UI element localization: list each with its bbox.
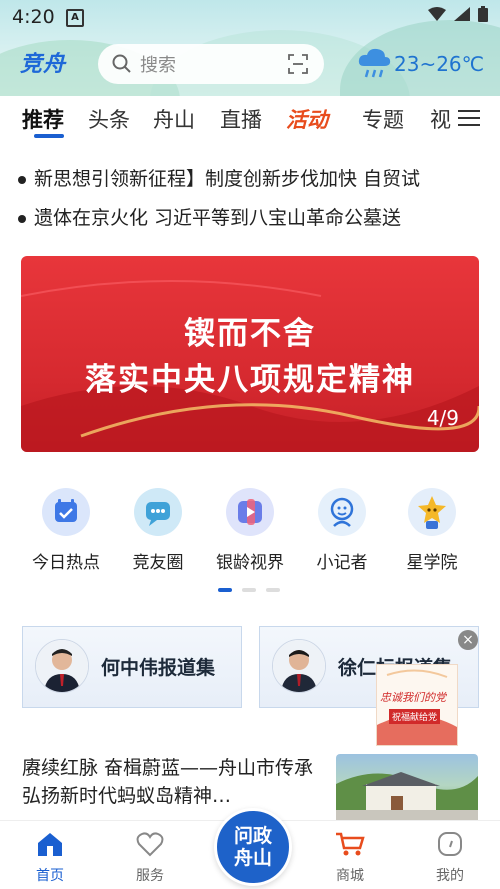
banner-title: 锲而不舍 <box>184 316 316 352</box>
nav-mine[interactable]: 我的 <box>415 831 485 885</box>
status-icons <box>428 6 488 22</box>
status-time: 4:20 <box>12 6 55 28</box>
search-placeholder: 搜索 <box>140 55 176 76</box>
headline-text: 遗体在京火化 习近平等到八宝山革命公墓送 <box>34 207 402 229</box>
notification-icon: A <box>66 9 84 27</box>
quick-entry-label: 小记者 <box>316 553 368 573</box>
floating-promo[interactable]: 忠诚我们的党 祝福献给党 <box>376 664 458 746</box>
report-card-title: 何中伟报道集 <box>101 657 216 679</box>
tab-video[interactable]: 视 <box>430 104 451 134</box>
promo-subtext: 祝福献给党 <box>389 709 441 724</box>
reporter-icon <box>318 488 366 536</box>
quick-entry-star-academy[interactable]: 星学院 <box>392 488 472 573</box>
signal-icon <box>454 7 470 21</box>
calendar-check-icon <box>42 488 90 536</box>
page-indicator <box>266 588 280 592</box>
home-icon <box>38 833 62 856</box>
banner-page-counter: 4/9 <box>426 406 459 430</box>
app-logo[interactable]: 竞舟 <box>20 46 66 78</box>
nav-label: 首页 <box>36 868 64 884</box>
tab-zhoushan[interactable]: 舟山 <box>153 104 195 134</box>
scan-icon <box>288 54 308 74</box>
quick-entry-label: 今日热点 <box>32 553 100 573</box>
quick-entry-label: 竞友圈 <box>132 553 184 573</box>
article-title[interactable]: 赓续红脉 奋楫蔚蓝——舟山市传承弘扬新时代蚂蚁岛精神… <box>22 754 327 810</box>
quick-entry-hot-today[interactable]: 今日热点 <box>26 488 106 573</box>
heart-icon <box>136 832 164 857</box>
nav-home[interactable]: 首页 <box>15 831 85 885</box>
active-tab-indicator <box>34 134 64 138</box>
quick-entry-friends[interactable]: 竞友圈 <box>118 488 198 573</box>
star-mascot-icon <box>408 488 456 536</box>
quick-entry-label: 星学院 <box>406 553 458 573</box>
cloud-rain-icon <box>358 48 391 78</box>
battery-icon <box>478 6 488 22</box>
search-icon <box>112 54 131 73</box>
quick-entry-young-reporter[interactable]: 小记者 <box>302 488 382 573</box>
avatar <box>35 639 89 693</box>
headline-item[interactable]: 遗体在京火化 习近平等到八宝山革命公墓送 <box>18 203 488 230</box>
tab-topics[interactable]: 专题 <box>362 104 404 134</box>
cart-icon <box>336 832 365 856</box>
nav-label: 服务 <box>136 868 164 884</box>
nav-service[interactable]: 服务 <box>115 831 185 885</box>
avatar <box>272 639 326 693</box>
report-card[interactable]: 何中伟报道集 <box>22 626 242 708</box>
quick-entry-label: 银龄视界 <box>216 553 284 573</box>
tab-recommend[interactable]: 推荐 <box>22 104 64 134</box>
nav-label: 商城 <box>336 868 364 884</box>
headline-item[interactable]: 新思想引领新征程】制度创新步伐加快 自贸试 <box>18 164 488 191</box>
headline-text: 新思想引领新征程】制度创新步伐加快 自贸试 <box>34 168 421 190</box>
promo-decoration <box>377 669 457 745</box>
wifi-icon <box>428 7 446 21</box>
category-tabs: 推荐 头条 舟山 直播 活动 专题 视 <box>0 96 500 144</box>
promo-text: 忠诚我们的党 <box>380 691 446 704</box>
menu-icon <box>458 110 480 126</box>
ask-government-button[interactable]: 问政 舟山 <box>214 808 292 886</box>
tab-activity[interactable]: 活动 <box>286 104 328 134</box>
nav-label: 我的 <box>436 868 464 884</box>
tab-headlines[interactable]: 头条 <box>88 104 130 134</box>
bullet-icon <box>18 175 26 184</box>
search-bar[interactable]: 搜索 <box>98 44 324 84</box>
thumbnail-image <box>336 772 478 824</box>
article-thumbnail[interactable] <box>336 754 478 824</box>
profile-icon <box>438 832 462 856</box>
chat-bubble-icon <box>134 488 182 536</box>
bullet-icon <box>18 214 26 223</box>
page-indicator-active <box>218 588 232 592</box>
play-video-icon <box>226 488 274 536</box>
close-icon[interactable]: × <box>458 630 478 650</box>
page-indicator <box>242 588 256 592</box>
banner-subtitle: 落实中央八项规定精神 <box>85 362 415 398</box>
app-header: 4:20 A 竞舟 搜索 23~26℃ <box>0 0 500 96</box>
quick-entry-silver-vision[interactable]: 银龄视界 <box>210 488 290 573</box>
tab-live[interactable]: 直播 <box>220 104 262 134</box>
hero-banner[interactable]: 锲而不舍 落实中央八项规定精神 4/9 <box>21 256 479 452</box>
center-button-label: 问政 舟山 <box>233 825 272 869</box>
weather-temperature: 23~26℃ <box>394 52 485 76</box>
nav-mall[interactable]: 商城 <box>315 831 385 885</box>
